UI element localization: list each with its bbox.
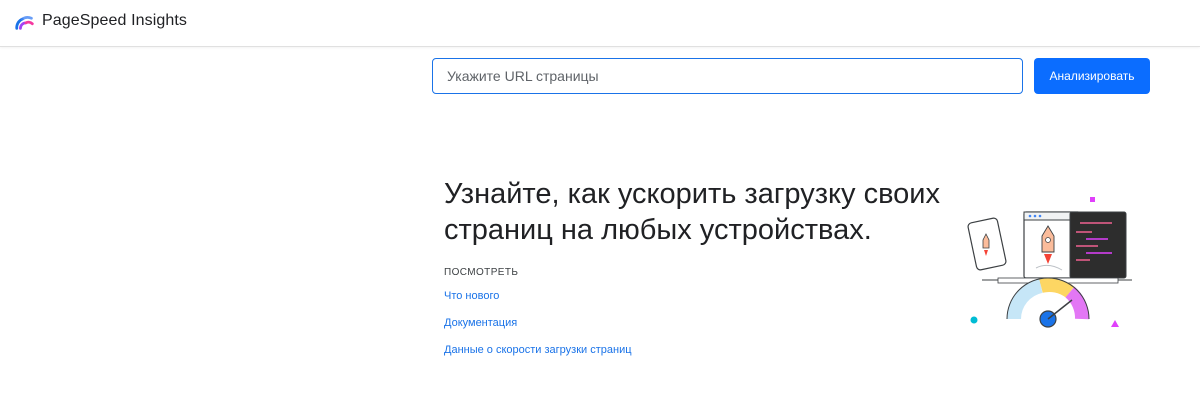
hero-title-line1: Узнайте, как ускорить загрузку своих — [444, 178, 941, 210]
speed-gauge-icon — [1006, 277, 1090, 328]
home-logo-link[interactable]: PageSpeed Insights — [14, 10, 187, 32]
page-speed-data-link[interactable]: Данные о скорости загрузки страниц — [444, 344, 632, 356]
decor-triangle-icon — [1111, 320, 1119, 327]
documentation-link[interactable]: Документация — [444, 317, 517, 329]
decor-dot-icon — [970, 316, 978, 324]
links-heading: ПОСМОТРЕТЬ — [444, 267, 519, 278]
app-header: PageSpeed Insights — [0, 0, 1200, 47]
devices-speed-illustration — [967, 197, 1132, 328]
decor-square-icon — [1090, 197, 1095, 202]
hero-title-line2: страниц на любых устройствах. — [444, 214, 872, 246]
brand-name: PageSpeed Insights — [42, 12, 188, 29]
hero-title: Узнайте, как ускорить загрузку своих стр… — [444, 176, 964, 248]
url-input[interactable] — [432, 58, 1023, 94]
phone-icon — [967, 217, 1007, 271]
whats-new-link[interactable]: Что нового — [444, 290, 499, 302]
code-editor-icon — [1069, 211, 1127, 279]
analyze-button[interactable]: Анализировать — [1034, 58, 1150, 94]
pagespeed-gauge-icon — [15, 16, 34, 30]
